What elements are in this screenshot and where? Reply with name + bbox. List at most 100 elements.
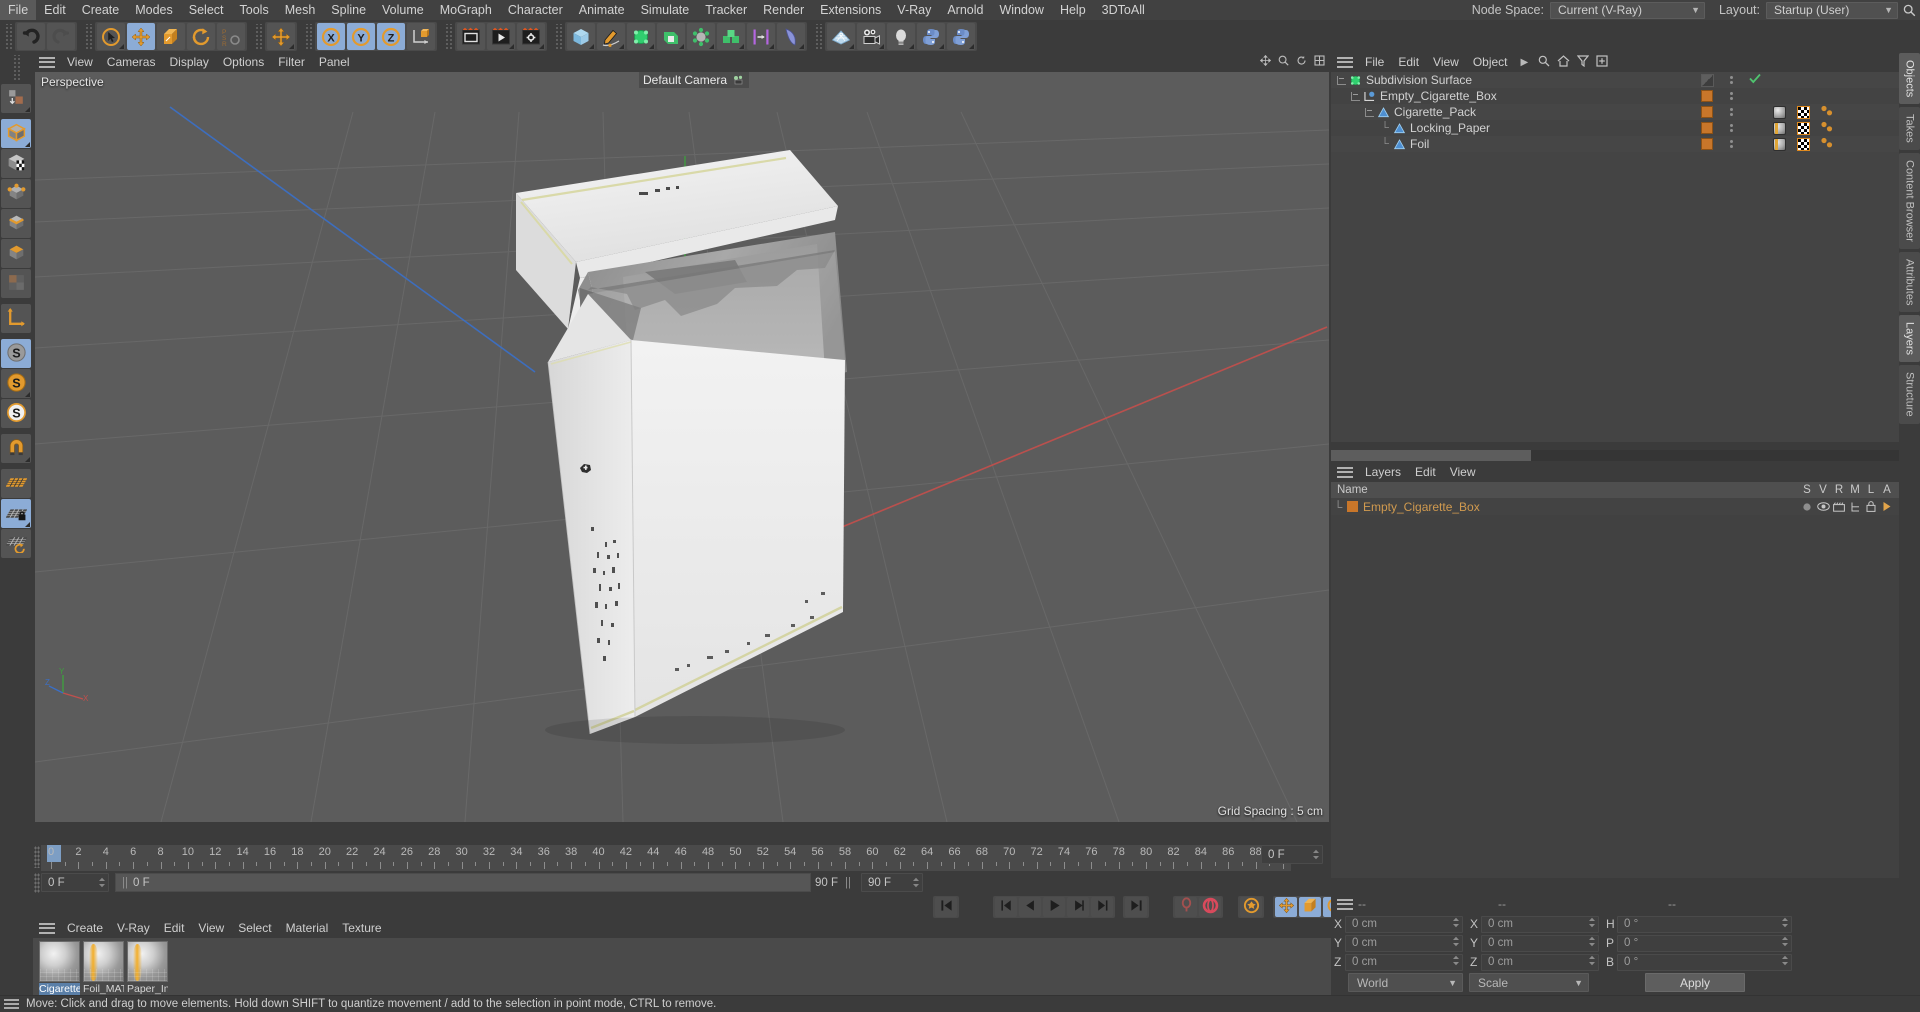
scrollbar-thumb[interactable] (1331, 450, 1531, 461)
go-to-next-key-button[interactable] (1091, 897, 1113, 917)
material-item[interactable]: Cigarette (39, 941, 80, 995)
viewport-menu-display[interactable]: Display (162, 53, 215, 71)
material-preview[interactable] (83, 941, 124, 982)
uv-mode-button[interactable] (1, 269, 31, 298)
timeline-ruler[interactable]: 0 2 4 6 8 10 12 14 16 18 20 22 24 26 28 30 32 34 36 38 40 42 4… (41, 845, 1291, 871)
flyout-indicator-icon[interactable] (969, 44, 974, 49)
vray-tag-icon[interactable] (1820, 105, 1834, 120)
camera-icon[interactable] (733, 73, 745, 87)
dock-tab-structure[interactable]: Structure (1899, 365, 1920, 425)
object-row[interactable]: └ Locking_Paper (1331, 120, 1899, 136)
object-tree[interactable]: Subdivision Surface Empty_Cigarette_Box Ci… (1331, 72, 1899, 442)
flyout-indicator-icon[interactable] (649, 44, 654, 49)
object-dots-cell[interactable] (1719, 124, 1743, 132)
material-menu-v-ray[interactable]: V-Ray (110, 919, 157, 937)
menu-item-arnold[interactable]: Arnold (939, 0, 991, 20)
render-to-picture-viewer-button[interactable] (487, 23, 515, 50)
layer-solo-icon[interactable] (1799, 502, 1815, 512)
end-frame-field[interactable]: 90 F (861, 873, 923, 892)
flyout-indicator-icon[interactable] (539, 44, 544, 49)
stepper-icon[interactable] (1452, 955, 1460, 969)
undo-button[interactable] (17, 23, 45, 50)
object-texture-tag-cell[interactable] (1791, 137, 1815, 151)
keyframe-selection-button[interactable] (1240, 897, 1262, 917)
lock-x-button[interactable]: X (317, 23, 345, 50)
viewport-menu-icon[interactable] (39, 56, 55, 68)
flyout-indicator-icon[interactable] (739, 44, 744, 49)
play-button[interactable] (1043, 897, 1065, 917)
flyout-indicator-icon[interactable] (289, 44, 294, 49)
record-active-objects-button[interactable] (1175, 897, 1197, 917)
step-forward-button[interactable] (1067, 897, 1089, 917)
enable-axis-button[interactable]: S (1, 339, 31, 368)
size-y-field[interactable]: 0 cm (1481, 934, 1599, 952)
object-dots-cell[interactable] (1719, 76, 1743, 84)
stepper-icon[interactable] (97, 877, 106, 888)
render-view-button[interactable] (457, 23, 485, 50)
position-z-field[interactable]: 0 cm (1345, 953, 1463, 971)
object-dots-cell[interactable] (1719, 140, 1743, 148)
edges-mode-button[interactable] (1, 209, 31, 238)
camera-button[interactable] (857, 23, 885, 50)
toolbar-drag-handle[interactable] (254, 23, 263, 50)
size-z-field[interactable]: 0 cm (1481, 953, 1599, 971)
add-layer-icon[interactable] (1596, 54, 1608, 70)
flyout-indicator-icon[interactable] (25, 522, 30, 527)
object-enabled-cell[interactable] (1743, 73, 1767, 87)
viewport-menu-filter[interactable]: Filter (271, 53, 312, 71)
stepper-icon[interactable] (1781, 917, 1789, 931)
menu-item-animate[interactable]: Animate (571, 0, 633, 20)
uv-tag-icon[interactable] (1796, 105, 1810, 119)
rotation-p-field[interactable]: 0 ° (1617, 934, 1792, 952)
menu-item-spline[interactable]: Spline (323, 0, 374, 20)
menu-item-3dtoall[interactable]: 3DToAll (1094, 0, 1153, 20)
flyout-indicator-icon[interactable] (619, 44, 624, 49)
check-icon[interactable] (1749, 73, 1761, 87)
expand-collapse-icon[interactable] (1351, 91, 1360, 101)
visibility-dots-icon[interactable] (1729, 92, 1733, 100)
dock-tab-layers[interactable]: Layers (1899, 315, 1920, 363)
coordinate-system-dropdown[interactable]: World ▼ (1348, 973, 1463, 992)
go-to-previous-key-button[interactable] (995, 897, 1017, 917)
object-row[interactable]: Empty_Cigarette_Box (1331, 88, 1899, 104)
material-item[interactable]: Paper_In (127, 941, 168, 995)
dock-tab-objects[interactable]: Objects (1899, 53, 1920, 105)
viewport-3d[interactable]: Perspective Default Camera Grid Spacing … (35, 72, 1329, 822)
object-coordinate-button[interactable]: S (1, 399, 31, 428)
toolbar-drag-handle[interactable] (444, 23, 453, 50)
material-menu-create[interactable]: Create (60, 919, 110, 937)
layer-render-icon[interactable] (1831, 501, 1847, 512)
object-menu-view[interactable]: View (1426, 53, 1466, 71)
world-object-coordinates-button[interactable] (407, 23, 435, 50)
stepper-icon[interactable] (911, 877, 920, 888)
menu-item-character[interactable]: Character (500, 0, 571, 20)
current-frame-field[interactable]: 0 F (41, 873, 109, 892)
menu-item-file[interactable]: File (0, 0, 37, 20)
timeline-end-frame-field[interactable]: 0 F (1261, 845, 1323, 864)
material-menu-edit[interactable]: Edit (157, 919, 192, 937)
stepper-icon[interactable] (1781, 955, 1789, 969)
visibility-dots-icon[interactable] (1729, 76, 1733, 84)
node-space-dropdown[interactable]: Current (V-Ray) ▼ (1549, 1, 1705, 19)
flyout-indicator-icon[interactable] (799, 44, 804, 49)
array-generator-button[interactable] (657, 23, 685, 50)
menu-item-tools[interactable]: Tools (232, 0, 277, 20)
chevron-right-icon[interactable]: ▶ (1521, 57, 1529, 68)
object-manager-horizontal-scrollbar[interactable] (1331, 450, 1899, 461)
material-menu-view[interactable]: View (191, 919, 231, 937)
rotate-tool-button[interactable] (187, 23, 215, 50)
flyout-indicator-icon[interactable] (25, 457, 30, 462)
toolbar-drag-handle[interactable] (554, 23, 563, 50)
viewport-move-icon[interactable] (1259, 54, 1272, 69)
object-dots-cell[interactable] (1719, 92, 1743, 100)
layer-manager-menu-icon[interactable] (1337, 466, 1353, 478)
flyout-indicator-icon[interactable] (939, 44, 944, 49)
polygons-mode-button[interactable] (1, 239, 31, 268)
object-material-tag-cell[interactable] (1695, 90, 1719, 102)
object-row[interactable]: Cigarette_Pack (1331, 104, 1899, 120)
flyout-indicator-icon[interactable] (849, 44, 854, 49)
light-button[interactable] (887, 23, 915, 50)
redo-button[interactable] (47, 23, 75, 50)
flyout-indicator-icon[interactable] (589, 44, 594, 49)
material-menu-texture[interactable]: Texture (335, 919, 388, 937)
